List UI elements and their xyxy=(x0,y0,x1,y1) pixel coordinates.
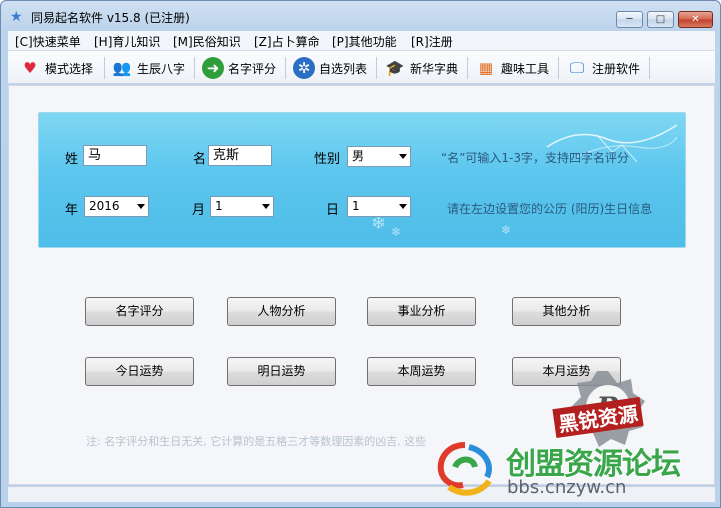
toolbar-separator xyxy=(649,57,650,79)
gender-label: 性别 xyxy=(314,152,341,167)
monitor-icon: 🖵 xyxy=(569,59,585,77)
window-title: 同易起名软件 v15.8 (已注册) xyxy=(31,11,190,25)
gender-select[interactable]: 男 xyxy=(347,146,411,167)
toolbar-separator xyxy=(467,57,468,79)
birth-hint: 请在左边设置您的公历 (阳历)生日信息 xyxy=(447,202,653,216)
people-icon: 👥 xyxy=(112,59,132,77)
menu-divination[interactable]: [Z]占卜算命 xyxy=(254,33,320,50)
character-analysis-button[interactable]: 人物分析 xyxy=(227,297,336,326)
toolbar-separator xyxy=(285,57,286,79)
chevron-down-icon xyxy=(262,204,270,209)
toolbar-fun-tools[interactable]: ▦ 趣味工具 xyxy=(475,55,549,81)
app-window: ★ 同易起名软件 v15.8 (已注册) ─ □ ✕ [C]快速菜单 [H]育儿… xyxy=(0,0,721,508)
menu-quick[interactable]: [C]快速菜单 xyxy=(15,33,81,50)
toolbar-label: 名字评分 xyxy=(228,61,277,76)
input-panel: ❄ ❄ ❄ xyxy=(38,112,686,248)
close-button[interactable]: ✕ xyxy=(678,11,713,28)
surname-input[interactable]: 马 xyxy=(83,145,147,166)
toolbar-separator xyxy=(194,57,195,79)
chevron-down-icon xyxy=(137,204,145,209)
toolbar-label: 模式选择 xyxy=(45,61,94,76)
given-name-input[interactable]: 克斯 xyxy=(208,145,272,166)
toolbar-mode-select[interactable]: ♥ 模式选择 xyxy=(19,55,93,81)
name-hint: “名”可输入1-3字，支持四字名评分 xyxy=(441,151,630,165)
toolbar-label: 新华字典 xyxy=(410,61,459,76)
menu-folk[interactable]: [M]民俗知识 xyxy=(173,33,241,50)
atom-icon: ✲ xyxy=(293,57,315,79)
maximize-button[interactable]: □ xyxy=(647,11,674,28)
windows-logo-icon: ▦ xyxy=(478,59,494,77)
scholar-icon: 🎓 xyxy=(385,59,405,77)
toolbar-label: 注册软件 xyxy=(592,61,641,76)
toolbar-label: 自选列表 xyxy=(319,61,368,76)
career-analysis-button[interactable]: 事业分析 xyxy=(367,297,476,326)
year-value: 2016 xyxy=(89,199,120,213)
toolbar-dictionary[interactable]: 🎓 新华字典 xyxy=(384,55,458,81)
year-label: 年 xyxy=(65,203,79,218)
menu-register[interactable]: [R]注册 xyxy=(411,33,453,50)
toolbar-label: 生辰八字 xyxy=(137,61,186,76)
toolbar-register[interactable]: 🖵 注册软件 xyxy=(566,55,640,81)
heart-icon: ♥ xyxy=(23,59,37,77)
toolbar-separator xyxy=(558,57,559,79)
title-bar[interactable]: ★ 同易起名软件 v15.8 (已注册) ─ □ ✕ xyxy=(1,1,720,31)
chevron-down-icon xyxy=(399,154,407,159)
year-select[interactable]: 2016 xyxy=(84,196,149,217)
toolbar-custom-list[interactable]: ✲ 自选列表 xyxy=(293,55,367,81)
month-label: 月 xyxy=(192,203,206,218)
month-select[interactable]: 1 xyxy=(210,196,274,217)
given-name-label: 名 xyxy=(193,152,207,167)
month-value: 1 xyxy=(215,199,223,213)
chevron-down-icon xyxy=(399,204,407,209)
toolbar-separator xyxy=(104,57,105,79)
week-fortune-button[interactable]: 本周运势 xyxy=(367,357,476,386)
today-fortune-button[interactable]: 今日运势 xyxy=(85,357,194,386)
footnote: 注: 名字评分和生日无关, 它计算的是五格三才等数理因素的凶吉, 这些 xyxy=(86,435,427,448)
gender-value: 男 xyxy=(352,149,365,163)
lightning-decoration xyxy=(546,124,677,163)
app-star-icon: ★ xyxy=(10,9,23,25)
arrow-right-icon: ➜ xyxy=(202,57,224,79)
snowflake-icon: ❄ xyxy=(391,225,402,239)
surname-label: 姓 xyxy=(65,152,79,167)
toolbar-label: 趣味工具 xyxy=(501,61,550,76)
toolbar-bazi[interactable]: 👥 生辰八字 xyxy=(111,55,185,81)
toolbar: ♥ 模式选择 👥 生辰八字 ➜ 名字评分 ✲ 自选列表 🎓 新华字典 ▦ 趣味工… xyxy=(8,51,715,84)
day-label: 日 xyxy=(326,203,340,218)
minimize-button[interactable]: ─ xyxy=(616,11,643,28)
toolbar-name-score[interactable]: ➜ 名字评分 xyxy=(202,55,276,81)
watermark-url: bbs.cnzyw.cn xyxy=(507,477,627,498)
day-select[interactable]: 1 xyxy=(347,196,411,217)
name-score-button[interactable]: 名字评分 xyxy=(85,297,194,326)
menu-bar: [C]快速菜单 [H]育儿知识 [M]民俗知识 [Z]占卜算命 [P]其他功能 … xyxy=(8,31,715,51)
tomorrow-fortune-button[interactable]: 明日运势 xyxy=(227,357,336,386)
watermark-logo-icon xyxy=(437,442,492,496)
menu-other[interactable]: [P]其他功能 xyxy=(332,33,397,50)
toolbar-separator xyxy=(376,57,377,79)
day-value: 1 xyxy=(352,199,360,213)
other-analysis-button[interactable]: 其他分析 xyxy=(512,297,621,326)
menu-parenting[interactable]: [H]育儿知识 xyxy=(94,33,160,50)
snowflake-icon: ❄ xyxy=(501,223,512,237)
